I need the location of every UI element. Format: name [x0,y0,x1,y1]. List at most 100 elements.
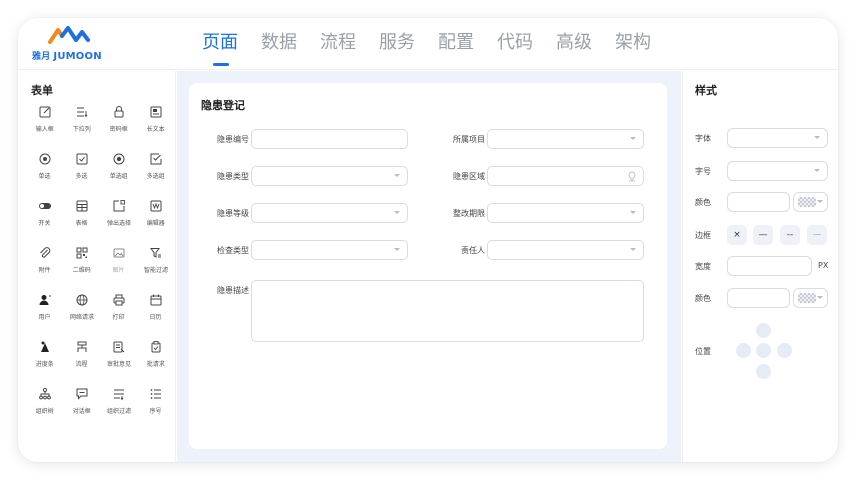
label-description: 隐患描述 [217,286,249,295]
widget-checkbox-group[interactable]: 多选组 [137,152,174,182]
label-hazard-type: 隐患类型 [217,172,249,181]
widget-radio[interactable]: 单选 [26,152,63,182]
widget-progress[interactable]: 进度条 [26,340,63,370]
org-tree-icon [38,387,52,401]
widget-checkbox[interactable]: 多选 [63,152,100,182]
position-label: 位置 [695,347,711,356]
widget-label: 附件 [38,266,51,274]
widget-edit[interactable]: 输入框 [26,105,63,135]
widget-smart-filter[interactable]: 智能过滤 [137,246,174,276]
widget-label: 多选组 [146,172,165,180]
org-filter-icon [112,387,126,401]
font-select[interactable] [727,128,828,148]
widget-qrcode[interactable]: 二维码 [63,246,100,276]
widget-lock[interactable]: 密码框 [100,105,137,135]
hazard-no-input[interactable] [251,129,408,149]
palette-title: 表单 [31,84,53,97]
widget-dialog[interactable]: 对话框 [63,387,100,417]
hazard-level-select[interactable] [251,203,408,223]
widget-approval-comment[interactable]: 审批意见 [100,340,137,370]
nav-tab-data[interactable]: 数据 [261,30,297,66]
position-top-button[interactable] [756,323,771,338]
widget-list-number[interactable]: 序号 [137,387,174,417]
border-label: 边框 [695,231,711,240]
form-card[interactable]: 隐患登记 隐患编号 所属项目 隐患类型 隐患区域 隐患等级 整改期限 检查类型 … [189,83,667,449]
owner-select[interactable] [487,240,644,260]
widget-label: 弹出选择 [106,219,131,227]
nav-tab-code[interactable]: 代码 [497,30,533,66]
border-color-input[interactable] [727,288,790,308]
position-center-button[interactable] [756,343,771,358]
nav-tab-architecture[interactable]: 架构 [615,30,651,66]
hazard-type-select[interactable] [251,166,408,186]
widget-dropdown-list[interactable]: 下拉列 [63,105,100,135]
label-deadline: 整改期限 [453,209,485,218]
widget-label: 图片 [112,266,125,274]
widget-label: 组织过滤 [106,407,131,415]
border-color-picker[interactable] [793,288,828,308]
text-color-label: 颜色 [695,198,711,207]
widget-flow[interactable]: 流程 [63,340,100,370]
style-panel-title: 样式 [695,84,717,97]
chevron-down-icon [630,137,636,140]
image-icon [112,246,126,260]
transparent-swatch-icon [798,197,816,207]
widget-label: 下拉列 [72,125,91,133]
border-dotted-button[interactable]: ···· [807,225,827,245]
widget-printer[interactable]: 打印 [100,293,137,323]
widget-label: 二维码 [72,266,91,274]
dropdown-list-icon [75,105,89,119]
nav-tab-config[interactable]: 配置 [438,30,474,66]
text-color-picker[interactable] [793,192,828,212]
font-size-select[interactable] [727,161,828,181]
widget-globe[interactable]: 网络请求 [63,293,100,323]
project-select[interactable] [487,129,644,149]
widget-radio-group[interactable]: 单选组 [100,152,137,182]
border-none-button[interactable]: × [727,225,747,245]
position-bottom-button[interactable] [756,364,771,379]
transparent-swatch-icon [798,293,816,303]
nav-tab-advanced[interactable]: 高级 [556,30,592,66]
label-hazard-level: 隐患等级 [217,209,249,218]
globe-icon [75,293,89,307]
widget-paperclip[interactable]: 附件 [26,246,63,276]
widget-org-tree[interactable]: 组织树 [26,387,63,417]
widget-toggle[interactable]: 开关 [26,199,63,229]
user-icon [38,293,52,307]
widget-popup-select[interactable]: 弹出选择 [100,199,137,229]
description-textarea[interactable] [251,280,644,342]
hazard-area-input[interactable] [487,166,644,186]
widget-label: 编辑器 [146,219,165,227]
brand-logo[interactable]: 雅月 JUMOON [32,26,122,64]
widget-long-text[interactable]: 长文本 [137,105,174,135]
nav-tab-service[interactable]: 服务 [379,30,415,66]
border-solid-button[interactable]: — [753,225,773,245]
lock-icon [112,105,126,119]
border-width-input[interactable] [727,256,812,276]
widget-image[interactable]: 图片 [100,246,137,276]
position-left-button[interactable] [736,343,751,358]
printer-icon [112,293,126,307]
widget-user[interactable]: 用户 [26,293,63,323]
widget-editor[interactable]: 编辑器 [137,199,174,229]
chevron-down-icon [394,174,400,177]
widget-table[interactable]: 表格 [63,199,100,229]
calendar-icon [149,293,163,307]
position-right-button[interactable] [777,343,792,358]
paperclip-icon [38,246,52,260]
widget-clipboard-check[interactable]: 批请求 [137,340,174,370]
text-color-input[interactable] [727,192,790,212]
radio-icon [38,152,52,166]
width-unit: PX [818,261,829,270]
chevron-down-icon [394,248,400,251]
widget-palette: 表单 输入框 下拉列 密码框 长文本单选 多选 单选组 多选组开关 表格 弹出选择 编辑器附件 二维… [18,71,176,462]
flow-icon [75,340,89,354]
border-dashed-button[interactable]: -- [780,225,800,245]
widget-calendar[interactable]: 日历 [137,293,174,323]
check-type-select[interactable] [251,240,408,260]
deadline-select[interactable] [487,203,644,223]
nav-tab-flow[interactable]: 流程 [320,30,356,66]
widget-org-filter[interactable]: 组织过滤 [100,387,137,417]
logo-text: 雅月 JUMOON [32,51,102,62]
nav-tab-page[interactable]: 页面 [202,30,238,66]
